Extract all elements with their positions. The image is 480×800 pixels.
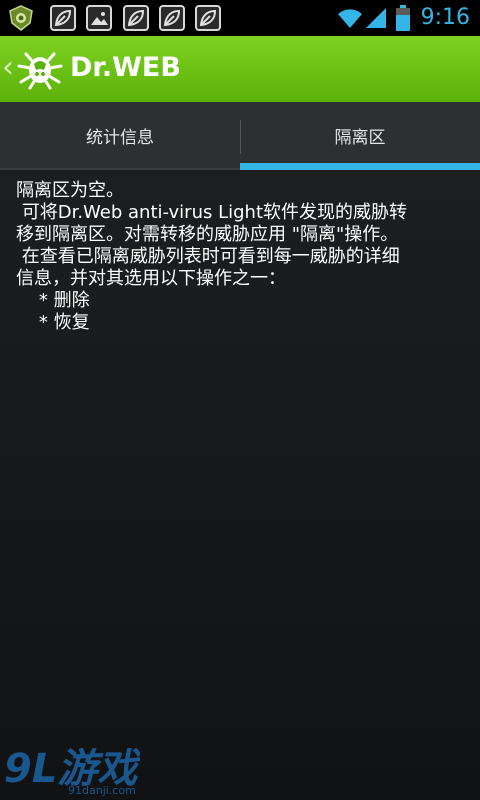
leaf-notification-icon[interactable] <box>195 5 221 31</box>
site-watermark: 9L游戏 91danji.com <box>4 746 140 797</box>
drweb-shield-icon[interactable] <box>8 5 34 31</box>
info-line: 可将Dr.Web anti-virus Light软件发现的威胁转 <box>16 202 408 223</box>
tab-bar: 统计信息 隔离区 <box>0 102 480 170</box>
leaf-notification-icon[interactable] <box>159 5 185 31</box>
signal-icon <box>366 8 386 28</box>
info-line: 隔离区为空。 <box>16 180 124 201</box>
quarantine-content: 隔离区为空。 可将Dr.Web anti-virus Light软件发现的威胁转… <box>0 170 480 800</box>
image-notification-icon[interactable] <box>86 5 112 31</box>
drweb-spider-logo-icon[interactable] <box>16 46 64 92</box>
info-line: 在查看已隔离威胁列表时可看到每一威胁的详细 <box>16 246 400 267</box>
info-line: * 恢复 <box>16 312 90 333</box>
info-line: 信息，并对其选用以下操作之一： <box>16 268 286 289</box>
battery-icon <box>396 5 410 31</box>
tab-quarantine[interactable]: 隔离区 <box>240 102 480 168</box>
info-line: 移到隔离区。对需转移的威胁应用 "隔离"操作。 <box>16 224 399 245</box>
action-bar: ‹ Dr.WEB <box>0 36 480 102</box>
up-navigation-chevron-icon[interactable]: ‹ <box>2 50 14 86</box>
app-title: Dr.WEB <box>70 52 181 83</box>
wifi-icon <box>338 9 362 28</box>
quarantine-info-text: 隔离区为空。 可将Dr.Web anti-virus Light软件发现的威胁转… <box>16 180 472 334</box>
tab-statistics[interactable]: 统计信息 <box>0 102 240 168</box>
selected-tab-indicator <box>240 163 480 170</box>
info-line: * 删除 <box>16 290 90 311</box>
leaf-notification-icon[interactable] <box>50 5 76 31</box>
watermark-url: 91danji.com <box>68 784 136 797</box>
status-clock: 9:16 <box>420 5 470 30</box>
leaf-notification-icon[interactable] <box>123 5 149 31</box>
status-bar: 9:16 <box>0 0 480 36</box>
